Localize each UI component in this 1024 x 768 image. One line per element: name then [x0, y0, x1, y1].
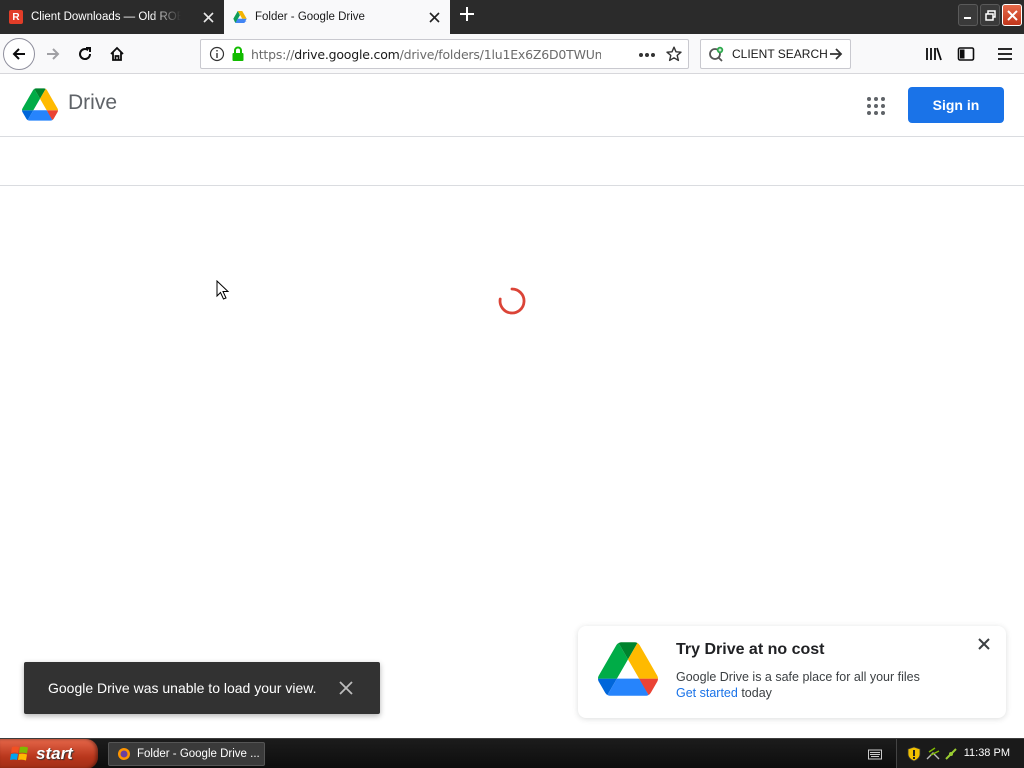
system-tray: 11:38 PM	[896, 739, 1024, 768]
start-label: start	[36, 744, 73, 763]
keyboard-icon[interactable]	[868, 748, 882, 760]
close-tab-icon[interactable]	[426, 9, 442, 25]
minimize-button[interactable]	[958, 4, 978, 26]
drive-product-name[interactable]: Drive	[68, 91, 117, 115]
sign-in-button[interactable]: Sign in	[908, 87, 1004, 123]
search-go-icon[interactable]	[828, 46, 844, 62]
url-path: /drive/folders/1lu1Ex6Z6D0TWUmqI	[399, 46, 601, 62]
close-icon	[1006, 9, 1018, 21]
url-host: drive.google.com	[294, 46, 400, 62]
taskbar: start Folder - Google Drive ... 11:38 PM	[0, 738, 1024, 768]
navigation-toolbar: https://drive.google.com/drive/folders/1…	[0, 34, 1024, 74]
page-actions-icon[interactable]	[638, 52, 656, 58]
url-text[interactable]: https://drive.google.com/drive/folders/1…	[251, 47, 601, 62]
window-controls	[958, 4, 1022, 26]
tab-title: Folder - Google Drive	[255, 11, 365, 23]
url-prefix: https://	[251, 46, 295, 62]
menu-icon[interactable]	[997, 47, 1013, 61]
arrow-left-icon	[12, 48, 25, 60]
close-icon[interactable]	[976, 636, 992, 652]
network-icon[interactable]	[926, 747, 940, 761]
url-bar[interactable]: https://drive.google.com/drive/folders/1…	[200, 39, 689, 69]
tab-strip: R Client Downloads — Old ROBLOX C Folder…	[0, 0, 1024, 34]
search-box-label: CLIENT SEARCH	[732, 47, 828, 61]
arrow-right-icon	[47, 48, 60, 60]
google-apps-icon[interactable]	[866, 96, 886, 116]
restore-button[interactable]	[980, 4, 1000, 26]
start-button[interactable]: start	[0, 739, 98, 768]
home-button[interactable]	[101, 38, 133, 70]
taskbar-item-firefox[interactable]: Folder - Google Drive ...	[108, 742, 265, 766]
back-button[interactable]	[3, 38, 35, 70]
taskbar-item-label: Folder - Google Drive ...	[137, 748, 260, 760]
shield-icon[interactable]	[907, 746, 921, 762]
search-box[interactable]: CLIENT SEARCH	[700, 39, 851, 69]
close-icon[interactable]	[338, 680, 354, 696]
tab-title: Client Downloads — Old ROBLOX C	[31, 11, 181, 23]
roblox-icon: R	[9, 10, 23, 24]
get-started-link[interactable]: Get started	[676, 686, 738, 700]
promo-cta-suffix: today	[737, 686, 772, 700]
sidebar-icon[interactable]	[957, 46, 975, 62]
google-drive-icon	[233, 10, 247, 24]
connection-icon[interactable]	[944, 747, 958, 761]
promo-card: Try Drive at no cost Google Drive is a s…	[578, 626, 1006, 718]
plus-icon	[460, 7, 474, 21]
bookmark-star-icon[interactable]	[666, 46, 682, 62]
windows-logo-icon	[10, 746, 28, 761]
promo-description: Google Drive is a safe place for all you…	[676, 670, 920, 684]
screen: R Client Downloads — Old ROBLOX C Folder…	[0, 0, 1024, 768]
promo-cta-line: Get started today	[676, 685, 920, 701]
google-drive-logo-icon	[598, 642, 658, 696]
close-tab-icon[interactable]	[200, 9, 216, 25]
restore-icon	[984, 9, 996, 21]
new-tab-button[interactable]	[456, 5, 478, 27]
tab-google-drive[interactable]: Folder - Google Drive	[224, 0, 450, 34]
browser-icon	[118, 748, 130, 760]
forward-button[interactable]	[37, 38, 69, 70]
drive-header: Drive Sign in	[0, 75, 1024, 137]
minimize-icon	[964, 17, 971, 19]
promo-body: Google Drive is a safe place for all you…	[676, 669, 920, 701]
reload-button[interactable]	[69, 38, 101, 70]
info-icon[interactable]	[209, 46, 225, 62]
lock-icon[interactable]	[231, 46, 245, 62]
search-engine-icon	[709, 46, 724, 62]
close-window-button[interactable]	[1002, 4, 1022, 26]
mouse-cursor-icon	[216, 280, 230, 300]
reload-icon	[79, 47, 92, 60]
google-drive-logo-icon[interactable]	[22, 88, 58, 121]
tab-client-downloads[interactable]: R Client Downloads — Old ROBLOX C	[0, 0, 224, 34]
loading-spinner-icon	[498, 287, 526, 315]
promo-title: Try Drive at no cost	[676, 641, 825, 658]
home-icon	[110, 46, 124, 61]
snackbar-message: Google Drive was unable to load your vie…	[48, 680, 317, 696]
library-icon[interactable]	[925, 46, 943, 62]
clock[interactable]: 11:38 PM	[964, 747, 1010, 759]
drive-toolbar	[0, 138, 1024, 186]
error-snackbar: Google Drive was unable to load your vie…	[24, 662, 380, 714]
